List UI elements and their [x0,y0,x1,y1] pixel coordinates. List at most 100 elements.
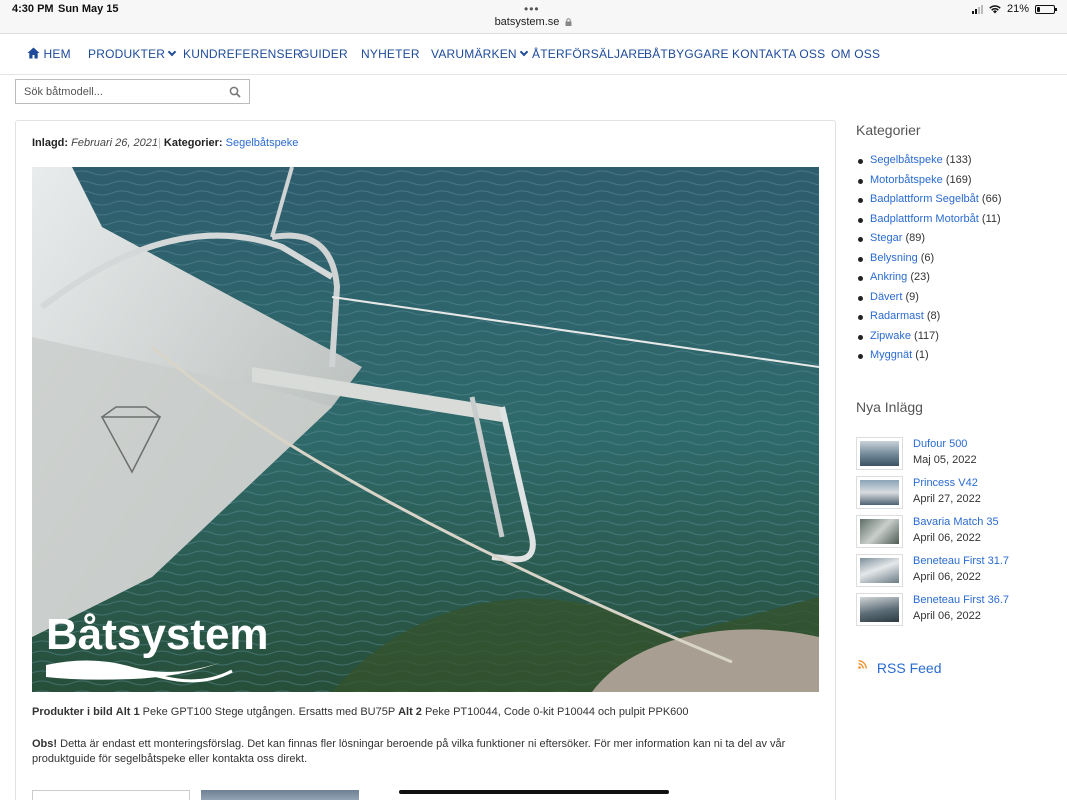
category-item: Radarmast (8) [858,310,1001,330]
category-item-link[interactable]: Myggnät [870,349,912,361]
wifi-icon [989,4,1001,13]
category-item-count: (9) [905,290,919,303]
rss-feed-link[interactable]: RSS Feed [858,660,941,676]
category-item-link[interactable]: Badplattform Segelbåt [870,193,979,205]
category-item-link[interactable]: Dävert [870,291,902,303]
related-thumbnail[interactable] [32,790,190,800]
recent-post-title[interactable]: Princess V42 [913,477,978,489]
address-bar[interactable]: batsystem.se [0,16,1067,28]
recent-post-thumbnail[interactable] [856,593,903,626]
nav-kontakta-oss[interactable]: KONTAKTA OSS [732,47,825,61]
categories-title: Kategorier [856,122,921,138]
category-item: Motorbåtspeke (169) [858,174,1001,194]
alt1-label: Alt 1 [115,706,140,718]
category-item: Belysning (6) [858,252,1001,272]
recent-post-thumbnail[interactable] [856,515,903,548]
category-item-count: (11) [981,212,1001,225]
category-link[interactable]: Segelbåtspeke [226,137,299,149]
recent-post-thumbnail[interactable] [856,437,903,470]
signal-icon [971,4,983,14]
recent-posts-title: Nya Inlägg [856,399,923,415]
nav-guider[interactable]: GUIDER [300,47,348,61]
chevron-down-icon [167,47,177,57]
category-list: Segelbåtspeke (133) Motorbåtspeke (169) Ba… [858,154,1001,369]
nav-home[interactable]: HEM [27,47,71,61]
recent-post-date: April 06, 2022 [913,571,981,583]
main-nav: HEM PRODUKTER KUNDREFERENSER GUIDER NYHE… [0,35,1067,75]
search-input[interactable] [16,80,216,103]
recent-post-title[interactable]: Beneteau First 31.7 [913,555,1009,567]
obs-text: Detta är endast ett monteringsförslag. D… [32,738,786,765]
recent-post-date: Maj 05, 2022 [913,454,977,466]
category-item: Ankring (23) [858,271,1001,291]
category-item-link[interactable]: Zipwake [870,330,911,342]
nav-varumarken-label: VARUMÄRKEN [431,47,517,61]
nav-varumarken[interactable]: VARUMÄRKEN [431,47,529,61]
products-label: Produkter i bild [32,706,113,718]
recent-post-title[interactable]: Dufour 500 [913,438,967,450]
search-icon[interactable] [229,86,241,98]
nav-kontakta-oss-label: KONTAKTA OSS [732,47,826,61]
more-dots-icon[interactable]: ••• [524,2,540,16]
category-item: Stegar (89) [858,232,1001,252]
posted-label: Inlagd: [32,137,69,149]
category-item-count: (117) [914,329,939,342]
battery-icon [1035,4,1057,14]
nav-om-oss[interactable]: OM OSS [831,47,880,61]
rss-icon [858,660,867,669]
alt2-label: Alt 2 [398,706,422,718]
status-bar: 4:30 PM Sun May 15 ••• batsystem.se 21% [0,0,1067,34]
category-item: Myggnät (1) [858,349,1001,369]
search-box [15,79,250,104]
nav-om-oss-label: OM OSS [831,47,881,61]
category-item-count: (169) [945,173,972,186]
recent-post-title[interactable]: Beneteau First 36.7 [913,594,1009,606]
recent-post-thumbnail[interactable] [856,476,903,509]
products-paragraph: Produkter i bild Alt 1 Peke GPT100 Stege… [32,706,822,718]
category-item-link[interactable]: Badplattform Motorbåt [870,213,979,225]
recent-post-title[interactable]: Bavaria Match 35 [913,516,999,528]
category-item-count: (133) [945,154,972,166]
category-item-link[interactable]: Motorbåtspeke [870,174,943,186]
category-item-link[interactable]: Belysning [870,252,918,264]
alt2-text: Peke PT10044, Code 0-kit P10044 och pulp… [424,706,689,718]
related-thumbnail[interactable] [201,790,359,800]
url-text: batsystem.se [494,16,560,28]
category-item-link[interactable]: Radarmast [870,310,924,322]
nav-nyheter[interactable]: NYHETER [361,47,420,61]
nav-aterforsaljare[interactable]: ÅTERFÖRSÄLJARE [532,47,646,61]
category-item: Badplattform Segelbåt (66) [858,193,1001,213]
category-item: Segelbåtspeke (133) [858,154,1001,174]
boat-photo: Båtsystem [32,167,819,692]
post-meta: Inlagd: Februari 26, 2021| Kategorier: S… [32,137,298,149]
obs-paragraph: Obs! Detta är endast ett monteringsförsl… [32,737,822,767]
horizontal-scrollbar[interactable] [399,790,669,794]
category-item-link[interactable]: Ankring [870,271,907,283]
home-icon [27,47,40,59]
category-item-count: (23) [910,271,930,283]
recent-post-thumbnail[interactable] [856,554,903,587]
nav-batbyggare[interactable]: BÅTBYGGARE [644,47,729,61]
category-item-count: (1) [915,349,929,361]
meta-separator: | [157,137,161,149]
category-item: Dävert (9) [858,291,1001,311]
category-item-count: (8) [926,310,941,322]
category-item-count: (66) [981,193,1002,205]
nav-kundreferenser[interactable]: KUNDREFERENSER [183,47,302,61]
obs-label: Obs! [32,738,58,750]
category-item: Zipwake (117) [858,330,1001,350]
chevron-down-icon [519,47,529,57]
category-item-link[interactable]: Stegar [870,232,902,244]
category-item-link[interactable]: Segelbåtspeke [870,154,943,166]
lock-icon [565,18,572,26]
nav-kundreferenser-label: KUNDREFERENSER [183,47,302,61]
date: Sun May 15 [58,3,119,15]
nav-produkter[interactable]: PRODUKTER [88,47,177,61]
recent-post-date: April 06, 2022 [913,610,981,622]
nav-aterforsaljare-label: ÅTERFÖRSÄLJARE [532,47,646,61]
alt1-text: Peke GPT100 Stege utgången. Ersatts med … [142,706,395,718]
recent-post-date: April 27, 2022 [913,493,981,505]
category-item-count: (6) [920,251,935,264]
category-label: Kategorier: [163,137,223,149]
brand-logo-text: Båtsystem [46,610,269,659]
